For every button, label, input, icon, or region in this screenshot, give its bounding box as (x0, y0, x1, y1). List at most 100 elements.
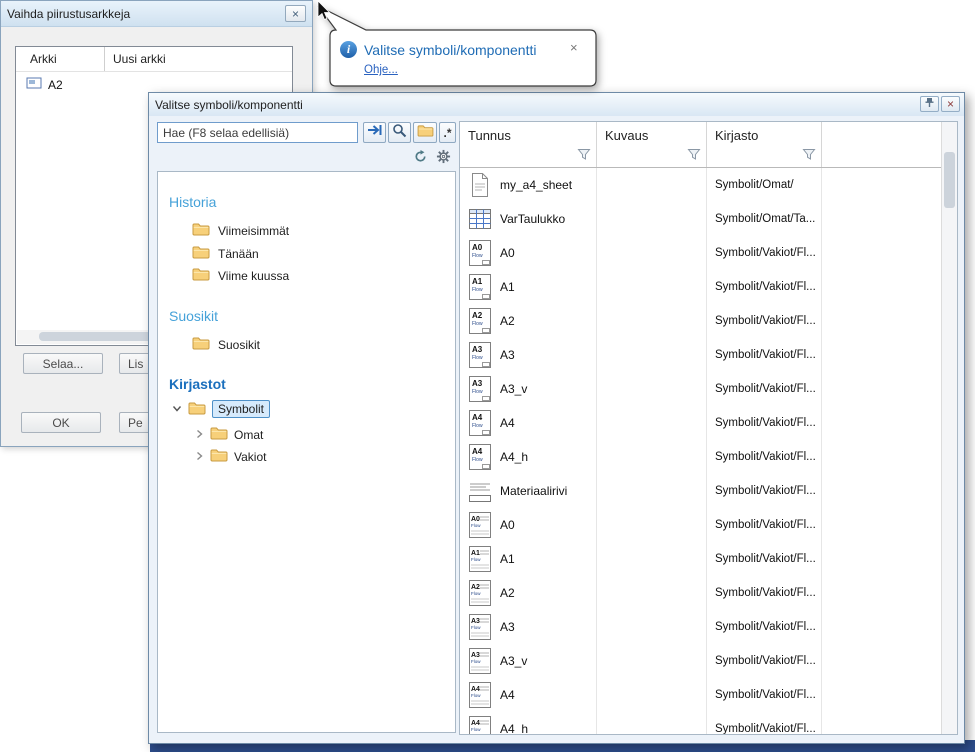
svg-text:Flow: Flow (472, 389, 483, 395)
sidebar-item-label: Suosikit (218, 338, 260, 352)
symbol-thumbnail-icon: A4 Flow (468, 409, 492, 437)
svg-text:A1: A1 (471, 550, 480, 557)
symbol-id: A3 (500, 348, 515, 362)
tree-node-label-selected[interactable]: Symbolit (212, 400, 270, 418)
table-row[interactable]: A4 Flow A4 Symbolit/Vakiot/Fl... (460, 406, 941, 440)
symbol-id: A1 (500, 552, 515, 566)
mouse-cursor (316, 0, 332, 22)
symbol-thumbnail-icon: A3 Flow (468, 613, 492, 641)
change-sheets-close-button[interactable]: × (285, 5, 306, 22)
symbol-id: Materiaalirivi (500, 484, 567, 498)
symbol-id: my_a4_sheet (500, 178, 572, 192)
svg-text:A4: A4 (471, 720, 480, 727)
symbol-library: Symbolit/Vakiot/Fl... (715, 553, 816, 565)
sidebar-item-viime-kuussa[interactable]: Viime kuussa (192, 267, 289, 284)
table-row[interactable]: A3 Flow A3 Symbolit/Vakiot/Fl... (460, 610, 941, 644)
svg-text:A3: A3 (471, 618, 480, 625)
close-icon: × (947, 98, 954, 110)
symbol-id: VarTaulukko (500, 212, 565, 226)
svg-text:A1: A1 (472, 277, 483, 286)
symbol-id: A2 (500, 314, 515, 328)
browse-button[interactable]: Selaa... (23, 353, 103, 374)
filter-icon[interactable] (802, 148, 816, 164)
column-header-kuvaus[interactable]: Kuvaus (597, 122, 707, 167)
table-row[interactable]: A2 Flow A2 Symbolit/Vakiot/Fl... (460, 304, 941, 338)
help-link[interactable]: Ohje... (364, 64, 398, 76)
dialog-close-button[interactable]: × (941, 96, 960, 112)
ok-button[interactable]: OK (21, 412, 101, 433)
chevron-right-icon[interactable] (196, 428, 204, 442)
table-row[interactable]: A0 Flow A0 Symbolit/Vakiot/Fl... (460, 236, 941, 270)
search-input[interactable] (157, 122, 358, 143)
callout-close-button[interactable]: × (570, 40, 578, 55)
table-row[interactable]: A1 Flow A1 Symbolit/Vakiot/Fl... (460, 542, 941, 576)
tree-node-symbolit[interactable]: Symbolit (172, 400, 270, 418)
symbol-library: Symbolit/Vakiot/Fl... (715, 587, 816, 599)
column-label: Tunnus (468, 128, 511, 143)
symbol-thumbnail-icon: A4 Flow (468, 443, 492, 471)
svg-text:Flow: Flow (472, 287, 483, 293)
symbol-id: A3 (500, 620, 515, 634)
sheet-row[interactable]: A2 (16, 72, 292, 92)
sidebar-item-tanaan[interactable]: Tänään (192, 245, 259, 262)
table-row[interactable]: Materiaalirivi Symbolit/Vakiot/Fl... (460, 474, 941, 508)
table-row[interactable]: A0 Flow A0 Symbolit/Vakiot/Fl... (460, 508, 941, 542)
settings-button[interactable] (433, 149, 454, 168)
chevron-down-icon[interactable] (172, 402, 182, 416)
symbol-thumbnail-icon (468, 171, 492, 199)
sidebar-item-label: Viimeisimmät (218, 224, 289, 238)
tree-node-vakiot[interactable]: Vakiot (196, 448, 266, 465)
table-row[interactable]: A4 Flow A4 Symbolit/Vakiot/Fl... (460, 678, 941, 712)
select-symbol-titlebar[interactable]: Valitse symboli/komponentti (149, 93, 964, 116)
column-label: Kirjasto (715, 128, 758, 143)
folder-icon (192, 222, 210, 239)
symbol-library: Symbolit/Vakiot/Fl... (715, 519, 816, 531)
symbol-library: Symbolit/Vakiot/Fl... (715, 689, 816, 701)
filter-icon[interactable] (577, 148, 591, 164)
pin-icon (924, 95, 935, 113)
tree-node-omat[interactable]: Omat (196, 426, 263, 443)
refresh-button[interactable] (410, 149, 431, 168)
symbol-library: Symbolit/Vakiot/Fl... (715, 383, 816, 395)
svg-text:A3: A3 (472, 345, 483, 354)
favorites-header: Suosikit (169, 308, 218, 324)
svg-text:A2: A2 (471, 584, 480, 591)
symbol-thumbnail-icon: A4 Flow (468, 715, 492, 734)
pin-button[interactable] (920, 96, 939, 112)
regex-button[interactable]: .* (439, 122, 456, 143)
search-button[interactable] (388, 122, 411, 143)
sidebar-item-label: Viime kuussa (218, 269, 289, 283)
table-row[interactable]: A3 Flow A3_v Symbolit/Vakiot/Fl... (460, 372, 941, 406)
table-row[interactable]: A3 Flow A3_v Symbolit/Vakiot/Fl... (460, 644, 941, 678)
change-sheets-titlebar[interactable]: Vaihda piirustusarkkeja × (1, 1, 312, 27)
go-button[interactable] (363, 122, 386, 143)
sidebar-item-suosikit[interactable]: Suosikit (192, 336, 260, 353)
symbol-library: Symbolit/Vakiot/Fl... (715, 281, 816, 293)
chevron-right-icon[interactable] (196, 450, 204, 464)
table-row[interactable]: A1 Flow A1 Symbolit/Vakiot/Fl... (460, 270, 941, 304)
browse-folder-button[interactable] (413, 122, 437, 143)
symbol-thumbnail-icon: A3 Flow (468, 647, 492, 675)
column-header-kirjasto[interactable]: Kirjasto (707, 122, 822, 167)
symbol-library: Symbolit/Vakiot/Fl... (715, 621, 816, 633)
sidebar-item-viimeisimmat[interactable]: Viimeisimmät (192, 222, 289, 239)
table-row[interactable]: VarTaulukko Symbolit/Omat/Ta... (460, 202, 941, 236)
table-row[interactable]: my_a4_sheet Symbolit/Omat/ (460, 168, 941, 202)
column-header-tunnus[interactable]: Tunnus (460, 122, 597, 167)
symbol-library: Symbolit/Vakiot/Fl... (715, 723, 816, 734)
svg-text:Flow: Flow (471, 659, 481, 664)
symbol-id: A4 (500, 416, 515, 430)
filter-icon[interactable] (687, 148, 701, 164)
table-row[interactable]: A4 Flow A4_h Symbolit/Vakiot/Fl... (460, 440, 941, 474)
folder-icon (192, 245, 210, 262)
symbol-id: A4_h (500, 722, 528, 734)
symbol-id: A3_v (500, 382, 527, 396)
vertical-scrollbar[interactable] (941, 122, 957, 734)
vertical-scrollbar-thumb[interactable] (944, 152, 955, 208)
svg-text:A0: A0 (471, 516, 480, 523)
symbol-table-body: my_a4_sheet Symbolit/Omat/ VarTaulukko S… (460, 168, 941, 734)
table-row[interactable]: A2 Flow A2 Symbolit/Vakiot/Fl... (460, 576, 941, 610)
table-row[interactable]: A3 Flow A3 Symbolit/Vakiot/Fl... (460, 338, 941, 372)
table-row[interactable]: A4 Flow A4_h Symbolit/Vakiot/Fl... (460, 712, 941, 734)
symbol-id: A4 (500, 688, 515, 702)
